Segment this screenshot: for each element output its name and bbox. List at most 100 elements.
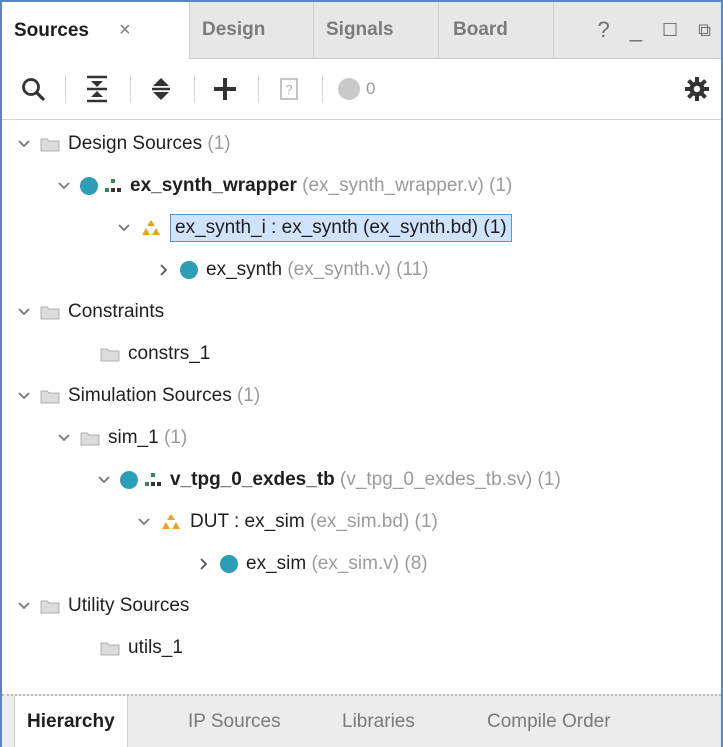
toolbar-divider <box>322 75 323 103</box>
tree-node-utility-sources[interactable]: Utility Sources <box>14 586 189 626</box>
folder-icon <box>40 304 60 320</box>
tree-node-count: (1) <box>489 175 513 196</box>
sources-panel: Sources × Design Signals Board ? _ ☐ ⧉ ?… <box>0 0 723 747</box>
unknown-file-icon[interactable]: ? <box>274 73 304 105</box>
tree-node-count: (8) <box>404 553 428 574</box>
tree-node-label: v_tpg_0_exdes_tb <box>170 469 335 490</box>
block-design-icon <box>160 513 182 531</box>
chevron-down-icon[interactable] <box>54 433 74 443</box>
tree-node-label: Utility Sources <box>68 595 190 616</box>
tree-node-label: Design Sources <box>68 133 203 154</box>
tree-node-label: DUT : ex_sim <box>190 511 305 532</box>
hierarchy-icon <box>144 472 162 488</box>
chevron-right-icon[interactable] <box>154 263 174 277</box>
tab-design-label: Design <box>202 19 266 40</box>
tree-node-design-sources[interactable]: Design Sources (1) <box>14 124 231 164</box>
help-icon[interactable]: ? <box>598 17 610 43</box>
tree-node-ex-sim[interactable]: ex_sim (ex_sim.v) (8) <box>194 544 428 584</box>
float-icon[interactable]: ⧉ <box>698 20 711 41</box>
module-dot-icon <box>220 555 238 573</box>
tree-node-count: (1) <box>236 385 261 406</box>
chevron-down-icon[interactable] <box>14 601 34 611</box>
tree-node-testbench[interactable]: v_tpg_0_exdes_tb (v_tpg_0_exdes_tb.sv) (… <box>94 460 561 500</box>
tree-node-ex-synth-wrapper[interactable]: ex_synth_wrapper (ex_synth_wrapper.v) (1… <box>54 166 512 206</box>
tree-node-sim-1[interactable]: sim_1 (1) <box>54 418 187 458</box>
tree-node-ex-synth-i[interactable]: ex_synth_i : ex_synth (ex_synth.bd) (1) <box>114 208 512 248</box>
gear-icon[interactable] <box>682 73 712 105</box>
tree-node-count: (1) <box>163 427 188 448</box>
tree-node-count: (1) <box>414 511 438 532</box>
tab-sources-label: Sources <box>14 19 89 41</box>
chevron-down-icon[interactable] <box>14 139 34 149</box>
folder-icon <box>40 388 60 404</box>
status-badge[interactable]: 0 <box>338 73 428 105</box>
close-icon[interactable]: × <box>119 19 131 42</box>
toolbar-divider <box>194 75 195 103</box>
tab-board[interactable]: Board <box>439 2 554 58</box>
tree-node-file: (ex_sim.bd) <box>310 511 410 532</box>
svg-text:?: ? <box>285 82 292 97</box>
tree-node-label: ex_sim <box>246 553 307 574</box>
sources-tree: Design Sources (1) ex_synth_wrapper (ex_… <box>2 120 721 690</box>
tree-node-file: (ex_synth.v) <box>287 259 391 280</box>
search-icon[interactable] <box>18 73 48 105</box>
tree-node-count: (1) <box>207 133 231 154</box>
view-tab-bar: Hierarchy IP Sources Libraries Compile O… <box>2 694 721 747</box>
tree-node-label: utils_1 <box>128 637 183 658</box>
tree-node-label: sim_1 <box>108 427 159 448</box>
tab-signals-label: Signals <box>326 19 394 40</box>
tab-design[interactable]: Design <box>190 2 314 58</box>
minimize-icon[interactable]: _ <box>630 17 642 43</box>
chevron-down-icon[interactable] <box>94 475 114 485</box>
chevron-down-icon[interactable] <box>114 223 134 233</box>
maximize-icon[interactable]: ☐ <box>662 20 678 41</box>
tree-node-count: (1) <box>537 469 561 490</box>
hierarchy-icon <box>104 178 122 194</box>
toolbar-divider <box>258 75 259 103</box>
chevron-down-icon[interactable] <box>14 391 34 401</box>
folder-icon <box>100 346 120 362</box>
tab-sources[interactable]: Sources × <box>2 2 190 59</box>
block-design-icon <box>140 219 162 237</box>
tree-node-label: ex_synth_wrapper <box>130 175 297 196</box>
tree-node-utils-1[interactable]: utils_1 <box>100 628 183 668</box>
tab-ip-sources[interactable]: IP Sources <box>188 696 281 747</box>
tree-node-constraints[interactable]: Constraints <box>14 292 164 332</box>
collapse-all-icon[interactable] <box>82 73 112 105</box>
tab-compile-order-label: Compile Order <box>487 710 611 732</box>
expand-all-icon[interactable] <box>146 73 176 105</box>
toolbar-divider <box>65 75 66 103</box>
sources-toolbar: ? 0 <box>2 59 721 120</box>
chevron-down-icon[interactable] <box>134 517 154 527</box>
module-dot-icon <box>120 471 138 489</box>
tree-node-label: ex_synth <box>206 259 283 280</box>
window-controls: ? _ ☐ ⧉ <box>598 2 712 58</box>
panel-tab-bar: Sources × Design Signals Board ? _ ☐ ⧉ <box>2 2 721 59</box>
tree-node-label: Constraints <box>68 301 165 322</box>
tab-signals[interactable]: Signals <box>314 2 439 58</box>
folder-icon <box>40 598 60 614</box>
status-dot-icon <box>338 78 360 100</box>
tab-board-label: Board <box>453 19 508 40</box>
chevron-right-icon[interactable] <box>194 557 214 571</box>
folder-icon <box>100 640 120 656</box>
tree-node-constrs-1[interactable]: constrs_1 <box>100 334 210 374</box>
folder-icon <box>40 136 60 152</box>
status-count: 0 <box>366 79 376 98</box>
tab-libraries[interactable]: Libraries <box>342 696 415 747</box>
tab-hierarchy[interactable]: Hierarchy <box>14 696 128 747</box>
add-sources-icon[interactable] <box>210 73 240 105</box>
tree-node-label: Simulation Sources <box>68 385 232 406</box>
tree-node-simulation-sources[interactable]: Simulation Sources (1) <box>14 376 260 416</box>
folder-icon <box>80 430 100 446</box>
tree-node-ex-synth[interactable]: ex_synth (ex_synth.v) (11) <box>154 250 428 290</box>
tree-node-dut[interactable]: DUT : ex_sim (ex_sim.bd) (1) <box>134 502 438 542</box>
tree-node-file: (ex_synth_wrapper.v) <box>302 175 484 196</box>
tree-node-label-selected: ex_synth_i : ex_synth (ex_synth.bd) (1) <box>170 214 512 242</box>
chevron-down-icon[interactable] <box>14 307 34 317</box>
chevron-down-icon[interactable] <box>54 181 74 191</box>
module-dot-icon <box>80 177 98 195</box>
toolbar-divider <box>130 75 131 103</box>
tab-compile-order[interactable]: Compile Order <box>487 696 611 747</box>
tab-hierarchy-label: Hierarchy <box>27 710 115 732</box>
